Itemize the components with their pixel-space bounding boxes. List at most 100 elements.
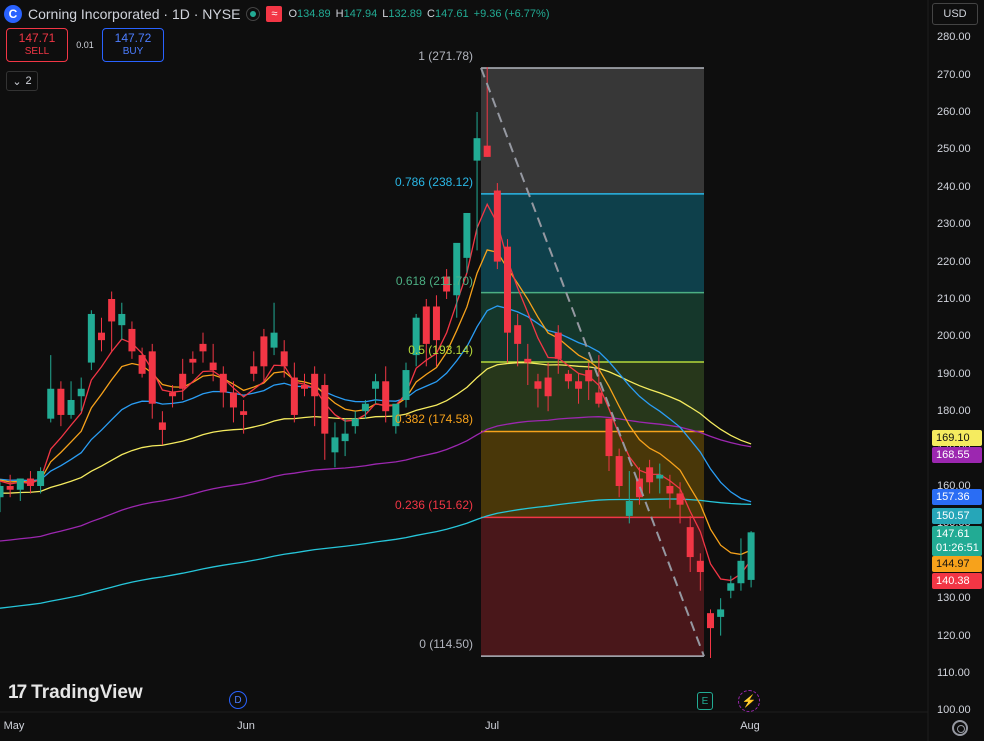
market-status-icon[interactable] bbox=[246, 7, 261, 21]
flash-event-icon[interactable]: ⚡ bbox=[738, 690, 760, 712]
candle-body bbox=[432, 306, 440, 341]
candle-body bbox=[219, 373, 227, 393]
fib-level-label: 0.5 (193.14) bbox=[408, 343, 473, 358]
price-tick-label: 120.00 bbox=[937, 629, 971, 642]
tradingview-watermark[interactable]: 17 TradingView bbox=[8, 682, 143, 704]
price-tick-label: 220.00 bbox=[937, 255, 971, 268]
candle-body bbox=[311, 373, 319, 397]
candle-body bbox=[209, 362, 217, 371]
symbol-logo[interactable]: C bbox=[4, 5, 22, 23]
candle-body bbox=[656, 474, 664, 479]
price-tick-label: 230.00 bbox=[937, 218, 971, 231]
candle-body bbox=[372, 381, 380, 389]
candle-body bbox=[250, 366, 258, 374]
candle-body bbox=[351, 418, 359, 427]
candle-body bbox=[544, 377, 552, 397]
price-tag: 140.38 bbox=[932, 573, 982, 589]
candle-body bbox=[514, 325, 522, 344]
buy-label: BUY bbox=[122, 46, 144, 57]
chart-legend: C Corning Incorporated · 1D · NYSE ≈ O13… bbox=[4, 4, 550, 24]
fib-zone bbox=[481, 517, 704, 657]
trade-panel: 147.71 SELL 0.01 147.72 BUY bbox=[6, 28, 164, 62]
candle-body bbox=[483, 145, 491, 157]
candle-body bbox=[270, 332, 278, 348]
candle-body bbox=[422, 306, 430, 344]
indicators-toggle-button[interactable]: ⌄ 2 bbox=[6, 71, 38, 91]
candle-body bbox=[229, 392, 237, 408]
ohlc-key: C bbox=[427, 8, 435, 20]
candle-body bbox=[57, 388, 65, 415]
time-tick-label: Aug bbox=[740, 720, 760, 732]
symbol-title[interactable]: Corning Incorporated · 1D · NYSE bbox=[28, 6, 240, 22]
candle-body bbox=[524, 358, 532, 363]
ohlc-values: O134.89 H147.94 L132.89 C147.61 +9.36 (+6.77… bbox=[288, 8, 549, 20]
candle-body bbox=[615, 456, 623, 486]
dividend-event-icon[interactable]: D bbox=[229, 691, 247, 709]
candle-body bbox=[189, 358, 197, 363]
ohlc-value: 147.94 bbox=[343, 8, 378, 20]
ohlc-value: 147.61 bbox=[435, 8, 469, 20]
ohlc-item: O134.89 bbox=[288, 8, 330, 20]
time-tick-label: Jun bbox=[237, 720, 255, 732]
candle-body bbox=[504, 246, 511, 333]
fib-level-label: 1 (271.78) bbox=[418, 48, 473, 63]
candle-body bbox=[605, 418, 613, 457]
candle-body bbox=[301, 385, 308, 389]
candle-body bbox=[0, 486, 4, 498]
ohlc-value: +9.36 (+6.77%) bbox=[473, 8, 550, 20]
ohlc-value: 134.89 bbox=[297, 8, 331, 20]
price-tick-label: 280.00 bbox=[937, 31, 971, 44]
currency-select[interactable]: USD bbox=[932, 3, 978, 25]
candle-body bbox=[321, 385, 329, 434]
candle-body bbox=[585, 370, 593, 382]
sell-button[interactable]: 147.71 SELL bbox=[6, 28, 68, 62]
candle-body bbox=[575, 381, 583, 389]
candle-body bbox=[108, 299, 116, 322]
candle-body bbox=[402, 370, 410, 400]
sell-price: 147.71 bbox=[18, 31, 56, 45]
fib-zone bbox=[481, 67, 704, 194]
wave-icon[interactable]: ≈ bbox=[266, 6, 283, 22]
candle-body bbox=[686, 527, 694, 558]
candle-body bbox=[676, 493, 684, 505]
earnings-event-icon[interactable]: E bbox=[697, 692, 713, 710]
candle-body bbox=[26, 478, 34, 486]
ohlc-key: O bbox=[288, 8, 297, 20]
price-tick-label: 200.00 bbox=[937, 330, 971, 343]
candle-body bbox=[473, 138, 481, 161]
price-tick-label: 270.00 bbox=[937, 68, 971, 81]
candle-body bbox=[158, 422, 166, 430]
candle-body bbox=[16, 478, 24, 490]
candle-body bbox=[382, 381, 390, 412]
price-tick-label: 190.00 bbox=[937, 367, 971, 380]
candle-body bbox=[747, 532, 755, 580]
candle-body bbox=[361, 403, 369, 412]
ohlc-item: L132.89 bbox=[382, 8, 422, 20]
candle-body bbox=[148, 351, 156, 404]
chevron-down-icon: ⌄ bbox=[12, 75, 22, 88]
fib-zone bbox=[481, 431, 704, 518]
candle-body bbox=[625, 500, 633, 516]
tradingview-wordmark: TradingView bbox=[31, 682, 143, 703]
candle-body bbox=[47, 388, 55, 419]
ohlc-item: H147.94 bbox=[336, 8, 378, 20]
candle-body bbox=[240, 411, 248, 415]
fib-level-label: 0.618 (211.70) bbox=[395, 273, 473, 288]
price-tag: 147.61 01:26:51 bbox=[932, 526, 982, 556]
price-tick-label: 210.00 bbox=[937, 293, 971, 305]
tradingview-logo-icon: 17 bbox=[8, 682, 27, 703]
price-tag: 157.36 bbox=[932, 489, 982, 505]
ohlc-item: +9.36 (+6.77%) bbox=[474, 8, 550, 20]
candle-body bbox=[463, 212, 471, 258]
candle-body bbox=[138, 355, 146, 374]
candle-body bbox=[98, 332, 105, 341]
gear-icon[interactable] bbox=[952, 720, 968, 736]
candle-body bbox=[554, 332, 562, 359]
price-tag: 169.10 bbox=[932, 430, 982, 446]
price-tick-label: 100.00 bbox=[937, 704, 971, 717]
price-tick-label: 240.00 bbox=[937, 180, 971, 193]
candle-body bbox=[595, 392, 603, 404]
price-chart[interactable] bbox=[0, 0, 984, 741]
buy-button[interactable]: 147.72 BUY bbox=[102, 28, 164, 62]
candle-body bbox=[727, 583, 735, 591]
